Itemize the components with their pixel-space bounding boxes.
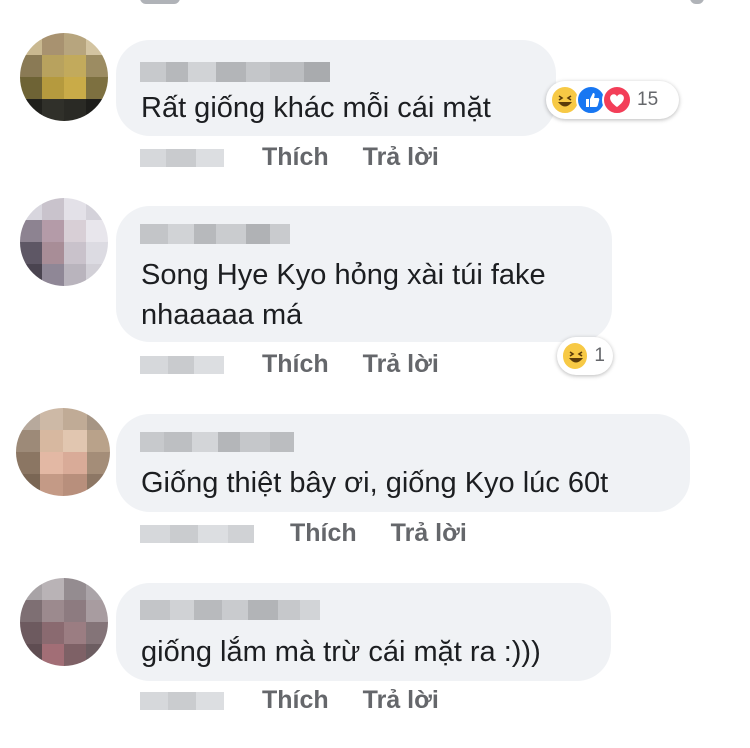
comment-text: Giống thiệt bây ơi, giống Kyo lúc 60t [141, 463, 608, 503]
timestamp-blurred[interactable] [140, 148, 224, 167]
comment-line: Giống thiệt bây ơi, giống Kyo lúc 60t [141, 467, 609, 499]
avatar[interactable] [20, 198, 108, 286]
reaction-summary[interactable]: 1 [557, 337, 613, 375]
cutoff-fragment [140, 0, 180, 4]
reply-button[interactable]: Trả lời [363, 350, 439, 379]
avatar[interactable] [20, 33, 108, 121]
comment-actions: Thích Trả lời [140, 143, 439, 172]
comment-line: giống lắm mà trừ cái mặt ra :))) [141, 636, 541, 668]
comment-actions: Thích Trả lời [140, 686, 439, 715]
like-button[interactable]: Thích [262, 143, 329, 172]
comment-line: nhaaaaa má [141, 299, 303, 331]
comment-actions: Thích Trả lời [140, 350, 439, 379]
like-button[interactable]: Thích [262, 686, 329, 715]
timestamp-blurred[interactable] [140, 691, 224, 710]
reaction-count: 15 [637, 89, 659, 110]
comment-text: Rất giống khác mỗi cái mặt [141, 88, 491, 128]
comment-line: Rất giống khác mỗi cái mặt [141, 92, 491, 124]
commenter-name-blurred[interactable] [140, 600, 320, 620]
reaction-count: 1 [594, 345, 605, 366]
comment-actions: Thích Trả lời [140, 519, 467, 548]
commenter-name-blurred[interactable] [140, 224, 290, 244]
avatar[interactable] [20, 578, 108, 666]
timestamp-blurred[interactable] [140, 355, 224, 374]
reply-button[interactable]: Trả lời [391, 519, 467, 548]
haha-icon [561, 341, 590, 371]
avatar[interactable] [16, 408, 110, 496]
love-icon [602, 85, 632, 115]
reply-button[interactable]: Trả lời [363, 686, 439, 715]
like-button[interactable]: Thích [262, 350, 329, 379]
timestamp-blurred[interactable] [140, 524, 254, 543]
comment-line: Song Hye Kyo hỏng xài túi fake [141, 259, 546, 291]
commenter-name-blurred[interactable] [140, 62, 330, 82]
reply-button[interactable]: Trả lời [363, 143, 439, 172]
cutoff-fragment [690, 0, 704, 4]
commenter-name-blurred[interactable] [140, 432, 294, 452]
comment-text: Song Hye Kyo hỏng xài túi fake nhaaaaa m… [141, 255, 546, 335]
reaction-summary[interactable]: 15 [546, 81, 679, 119]
like-button[interactable]: Thích [290, 519, 357, 548]
comment-text: giống lắm mà trừ cái mặt ra :))) [141, 632, 541, 672]
